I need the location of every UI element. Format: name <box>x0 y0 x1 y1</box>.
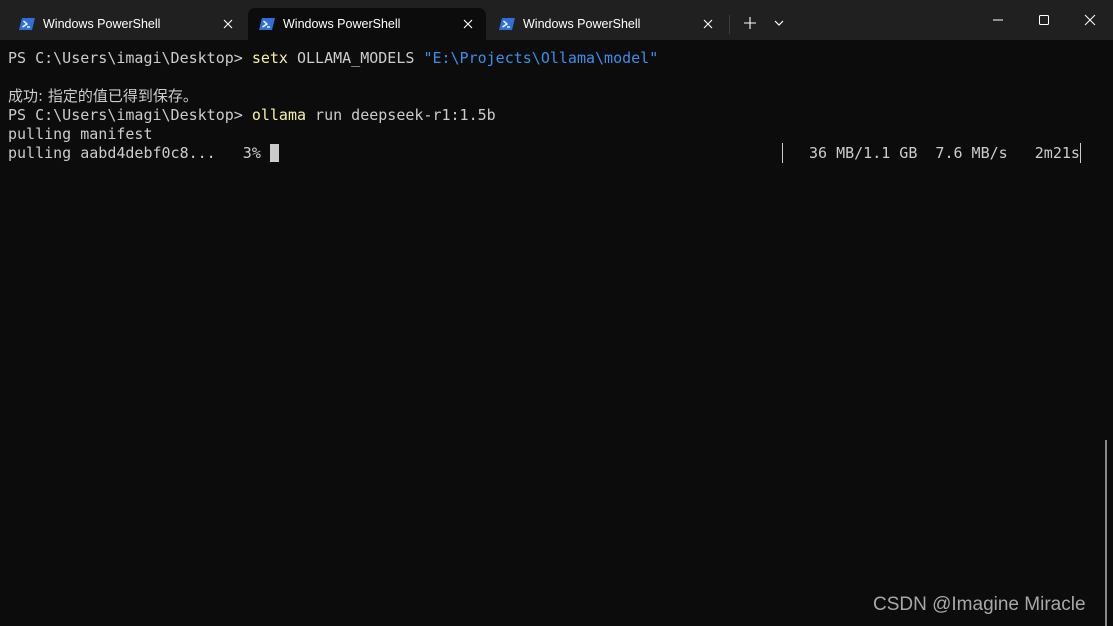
command-name: ollama <box>251 106 307 124</box>
progress-bar-end <box>782 143 783 163</box>
command-args: OLLAMA_MODELS <box>287 49 424 67</box>
tab-divider <box>729 15 730 34</box>
powershell-icon <box>19 18 35 30</box>
minimize-button[interactable] <box>975 0 1021 40</box>
close-icon <box>1084 14 1096 26</box>
command-name: setx <box>251 49 288 67</box>
close-window-button[interactable] <box>1067 0 1113 40</box>
prompt: PS C:\Users\imagi\Desktop> <box>8 49 252 67</box>
tab-2[interactable]: Windows PowerShell <box>248 8 486 40</box>
string-argument: "E:\Projects\Ollama\model" <box>423 49 659 67</box>
terminal-output[interactable]: PS C:\Users\imagi\Desktop> setx OLLAMA_M… <box>0 40 1113 626</box>
close-icon[interactable] <box>220 16 236 32</box>
maximize-icon <box>1039 15 1049 25</box>
progress-bar-fill <box>269 144 279 162</box>
terminal-line: pulling manifest <box>8 125 153 143</box>
maximize-button[interactable] <box>1021 0 1067 40</box>
powershell-icon <box>259 18 275 30</box>
text-cursor <box>1080 143 1081 163</box>
tab-3[interactable]: Windows PowerShell <box>488 8 726 40</box>
tab-label: Windows PowerShell <box>523 17 641 31</box>
powershell-icon <box>499 18 515 30</box>
terminal-line-success: 成功: 指定的值已得到保存。 <box>8 87 198 105</box>
tab-label: Windows PowerShell <box>43 17 161 31</box>
tab-1[interactable]: Windows PowerShell <box>8 8 246 40</box>
terminal-line: PS C:\Users\imagi\Desktop> setx OLLAMA_M… <box>8 49 658 68</box>
terminal-window: Windows PowerShell Windows PowerShell Wi… <box>0 0 1113 626</box>
progress-stats: 36 MB/1.1 GB 7.6 MB/s 2m21s <box>809 144 1080 162</box>
minimize-icon <box>993 19 1003 21</box>
plus-icon[interactable] <box>741 14 759 32</box>
progress-text: pulling aabd4debf0c8... 3% <box>8 144 270 162</box>
terminal-line-progress: pulling aabd4debf0c8... 3% <box>8 144 279 163</box>
title-bar: Windows PowerShell Windows PowerShell Wi… <box>0 0 1113 40</box>
chevron-down-icon[interactable] <box>772 16 786 30</box>
command-args: run deepseek-r1:1.5b <box>306 106 496 124</box>
prompt: PS C:\Users\imagi\Desktop> <box>8 106 252 124</box>
terminal-line: PS C:\Users\imagi\Desktop> ollama run de… <box>8 106 496 125</box>
close-icon[interactable] <box>460 16 476 32</box>
close-icon[interactable] <box>700 16 716 32</box>
scrollbar[interactable] <box>1105 440 1107 626</box>
watermark: CSDN @Imagine Miracle <box>873 594 1086 615</box>
tab-label: Windows PowerShell <box>283 17 401 31</box>
